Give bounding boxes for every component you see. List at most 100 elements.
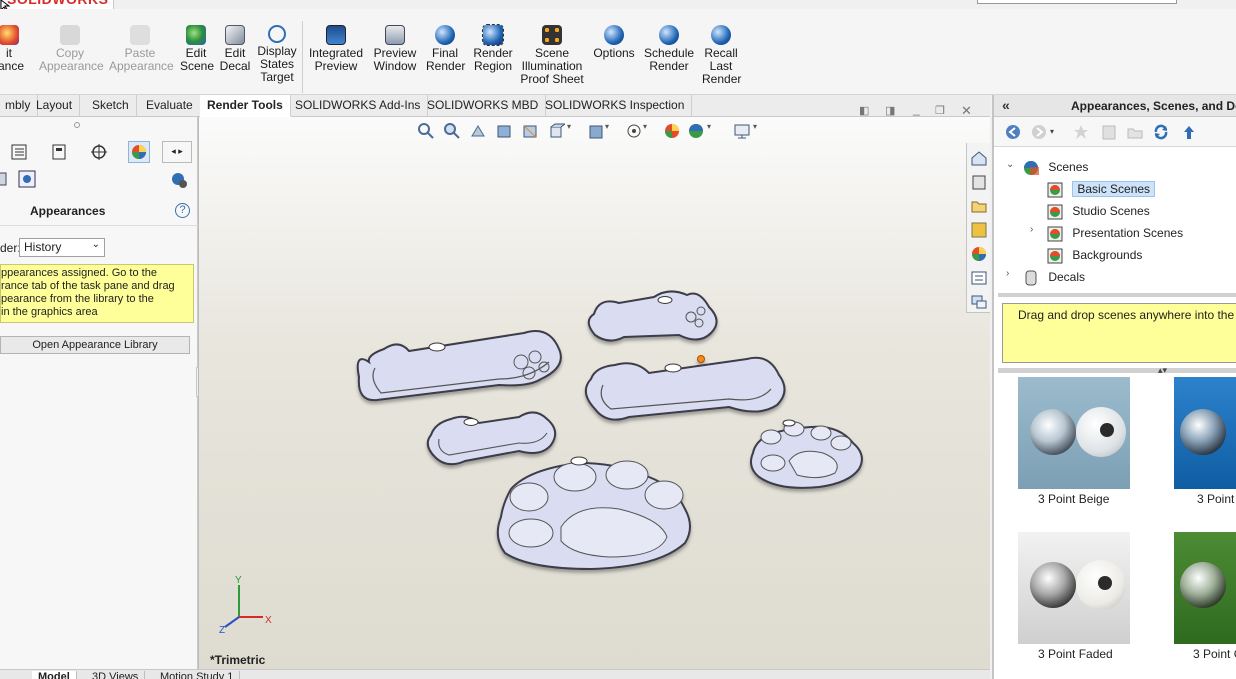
button-label: Final	[431, 46, 458, 60]
add-favorite-icon[interactable]	[1072, 123, 1090, 141]
tab-solidworks-inspection[interactable]: SOLIDWORKS Inspection	[538, 95, 693, 117]
tab-render-tools[interactable]: Render Tools	[200, 95, 291, 117]
copy-appearance-button[interactable]: Copy Appearance	[39, 25, 104, 73]
expand-caret-icon[interactable]: ⌄	[1006, 159, 1014, 170]
scene-appearance-icon[interactable]	[18, 170, 36, 188]
restore-icon[interactable]: ❐	[935, 104, 945, 117]
tree-node-decals[interactable]: Decals	[1022, 267, 1085, 287]
bone-tag-small-left[interactable]	[426, 411, 557, 466]
divider	[0, 225, 198, 226]
edit-appearance-button[interactable]: it rance	[0, 25, 24, 73]
refresh-icon[interactable]	[1152, 123, 1170, 141]
minimize-icon[interactable]: _	[913, 102, 920, 116]
open-appearance-library-button[interactable]: Open Appearance Library	[0, 336, 190, 354]
button-label: Proof Sheet	[520, 72, 584, 86]
tree-label: Scenes	[1048, 160, 1089, 174]
scene-illumination-proof-sheet-button[interactable]: Scene Illumination Proof Sheet	[520, 25, 584, 86]
preview-window-button[interactable]: Preview Window	[372, 25, 418, 73]
up-level-icon[interactable]	[1180, 123, 1198, 141]
search-input[interactable]	[977, 0, 1177, 4]
display-manager-icon[interactable]	[128, 141, 150, 163]
button-label: Copy	[55, 46, 84, 60]
collapse-pane-icon[interactable]: «	[1002, 97, 1010, 113]
forum-icon[interactable]	[970, 293, 988, 311]
schedule-render-button[interactable]: Schedule Render	[644, 25, 694, 73]
bone-tag-large[interactable]	[356, 330, 562, 402]
tile-right-icon[interactable]: ◨	[885, 104, 895, 117]
tab-solidworks-addins[interactable]: SOLIDWORKS Add-Ins	[288, 95, 429, 117]
property-manager-icon[interactable]	[48, 141, 70, 163]
view-palette-icon[interactable]	[970, 221, 988, 239]
button-label: Preview	[373, 46, 417, 60]
appearance-settings-icon[interactable]	[170, 171, 188, 189]
integrated-preview-button[interactable]: Integrated Preview	[307, 25, 365, 73]
scenes-folder-icon	[1024, 160, 1039, 175]
tab-evaluate[interactable]: Evaluate	[139, 95, 201, 117]
tab-sketch[interactable]: Sketch	[85, 95, 137, 117]
panel-grip[interactable]	[74, 122, 80, 128]
tab-model[interactable]: Model	[32, 671, 77, 679]
design-library-icon[interactable]	[970, 173, 988, 191]
tile-left-icon[interactable]: ◧	[859, 104, 869, 117]
home-icon[interactable]	[970, 149, 988, 167]
tab-solidworks-mbd[interactable]: SOLIDWORKS MBD	[420, 95, 547, 117]
order-dropdown[interactable]: History ⌄	[19, 238, 105, 257]
scene-thumbnail[interactable]	[1174, 377, 1236, 489]
tree-node-backgrounds[interactable]: Backgrounds	[1046, 245, 1142, 265]
custom-properties-icon[interactable]	[970, 269, 988, 287]
bone-tag-small-top[interactable]	[587, 290, 718, 342]
tab-motion-study-1[interactable]: Motion Study 1	[154, 671, 241, 679]
edit-scene-button[interactable]: Edit Scene	[180, 25, 214, 73]
tab-layout[interactable]: Layout	[29, 95, 81, 117]
scene-thumbnail[interactable]	[1174, 532, 1236, 644]
button-label: Last	[709, 59, 733, 73]
scene-thumbnail[interactable]	[1018, 377, 1130, 489]
tree-node-scenes[interactable]: Scenes	[1022, 157, 1088, 177]
configuration-manager-icon[interactable]	[88, 141, 110, 163]
integrated-preview-icon	[326, 25, 346, 45]
feature-manager-icon[interactable]	[8, 141, 30, 163]
scene-icon	[186, 25, 206, 45]
button-label: Render	[473, 46, 513, 60]
render-region-button[interactable]: Render Region	[472, 24, 514, 73]
decal-icon	[225, 25, 245, 45]
back-icon[interactable]	[1004, 123, 1022, 141]
button-label: Preview	[314, 59, 358, 73]
library-folder-icon[interactable]	[1100, 123, 1118, 141]
chevron-down-icon[interactable]: ▾	[1050, 123, 1060, 141]
options-button[interactable]: Options	[591, 25, 637, 60]
collapse-caret-icon[interactable]: ›	[1030, 224, 1033, 235]
tab-scroll-arrows[interactable]: ◂ ▸	[162, 141, 192, 163]
paw-tag-small[interactable]	[750, 419, 863, 489]
paw-tag-large[interactable]	[496, 456, 691, 571]
recall-last-render-button[interactable]: Recall Last Render	[702, 25, 741, 86]
collapse-caret-icon[interactable]: ›	[1006, 268, 1009, 279]
tree-node-basic-scenes[interactable]: Basic Scenes	[1046, 179, 1156, 199]
button-label: Scene	[534, 46, 570, 60]
paste-appearance-button[interactable]: Paste Appearance	[109, 25, 174, 73]
edit-decal-button[interactable]: Edit Decal	[219, 25, 251, 73]
info-line: ppearances assigned. Go to the	[1, 267, 157, 279]
button-label: Appearance	[39, 59, 104, 73]
options-icon	[604, 25, 624, 45]
appearances-scenes-icon[interactable]	[970, 245, 988, 263]
bone-tag-medium[interactable]	[584, 355, 786, 421]
display-states-target-button[interactable]: Display States Target	[256, 25, 298, 84]
scene-thumbnail[interactable]	[1018, 532, 1130, 644]
tree-node-studio-scenes[interactable]: Studio Scenes	[1046, 201, 1150, 221]
target-icon	[268, 25, 286, 43]
tab-3d-views[interactable]: 3D Views	[86, 671, 146, 679]
forward-icon[interactable]	[1030, 123, 1048, 141]
graphics-area[interactable]: ▾ ▾ ▾ ▾ ▾ ◧ ◨ _ ❐ ✕ Y X Z *Trimetric	[198, 102, 990, 673]
pane-splitter[interactable]: ▴▾	[998, 365, 1236, 375]
cube-icon[interactable]	[0, 170, 8, 188]
final-render-button[interactable]: Final Render	[426, 25, 465, 73]
pane-splitter[interactable]	[998, 293, 1236, 297]
thumbnail-label: 3 Point G	[1193, 647, 1236, 661]
file-explorer-icon[interactable]	[970, 197, 988, 215]
button-label: Schedule	[644, 46, 695, 60]
help-icon[interactable]: ?	[175, 203, 190, 218]
new-folder-icon[interactable]	[1126, 123, 1144, 141]
button-label: Edit	[224, 46, 246, 60]
tree-node-presentation-scenes[interactable]: Presentation Scenes	[1046, 223, 1183, 243]
